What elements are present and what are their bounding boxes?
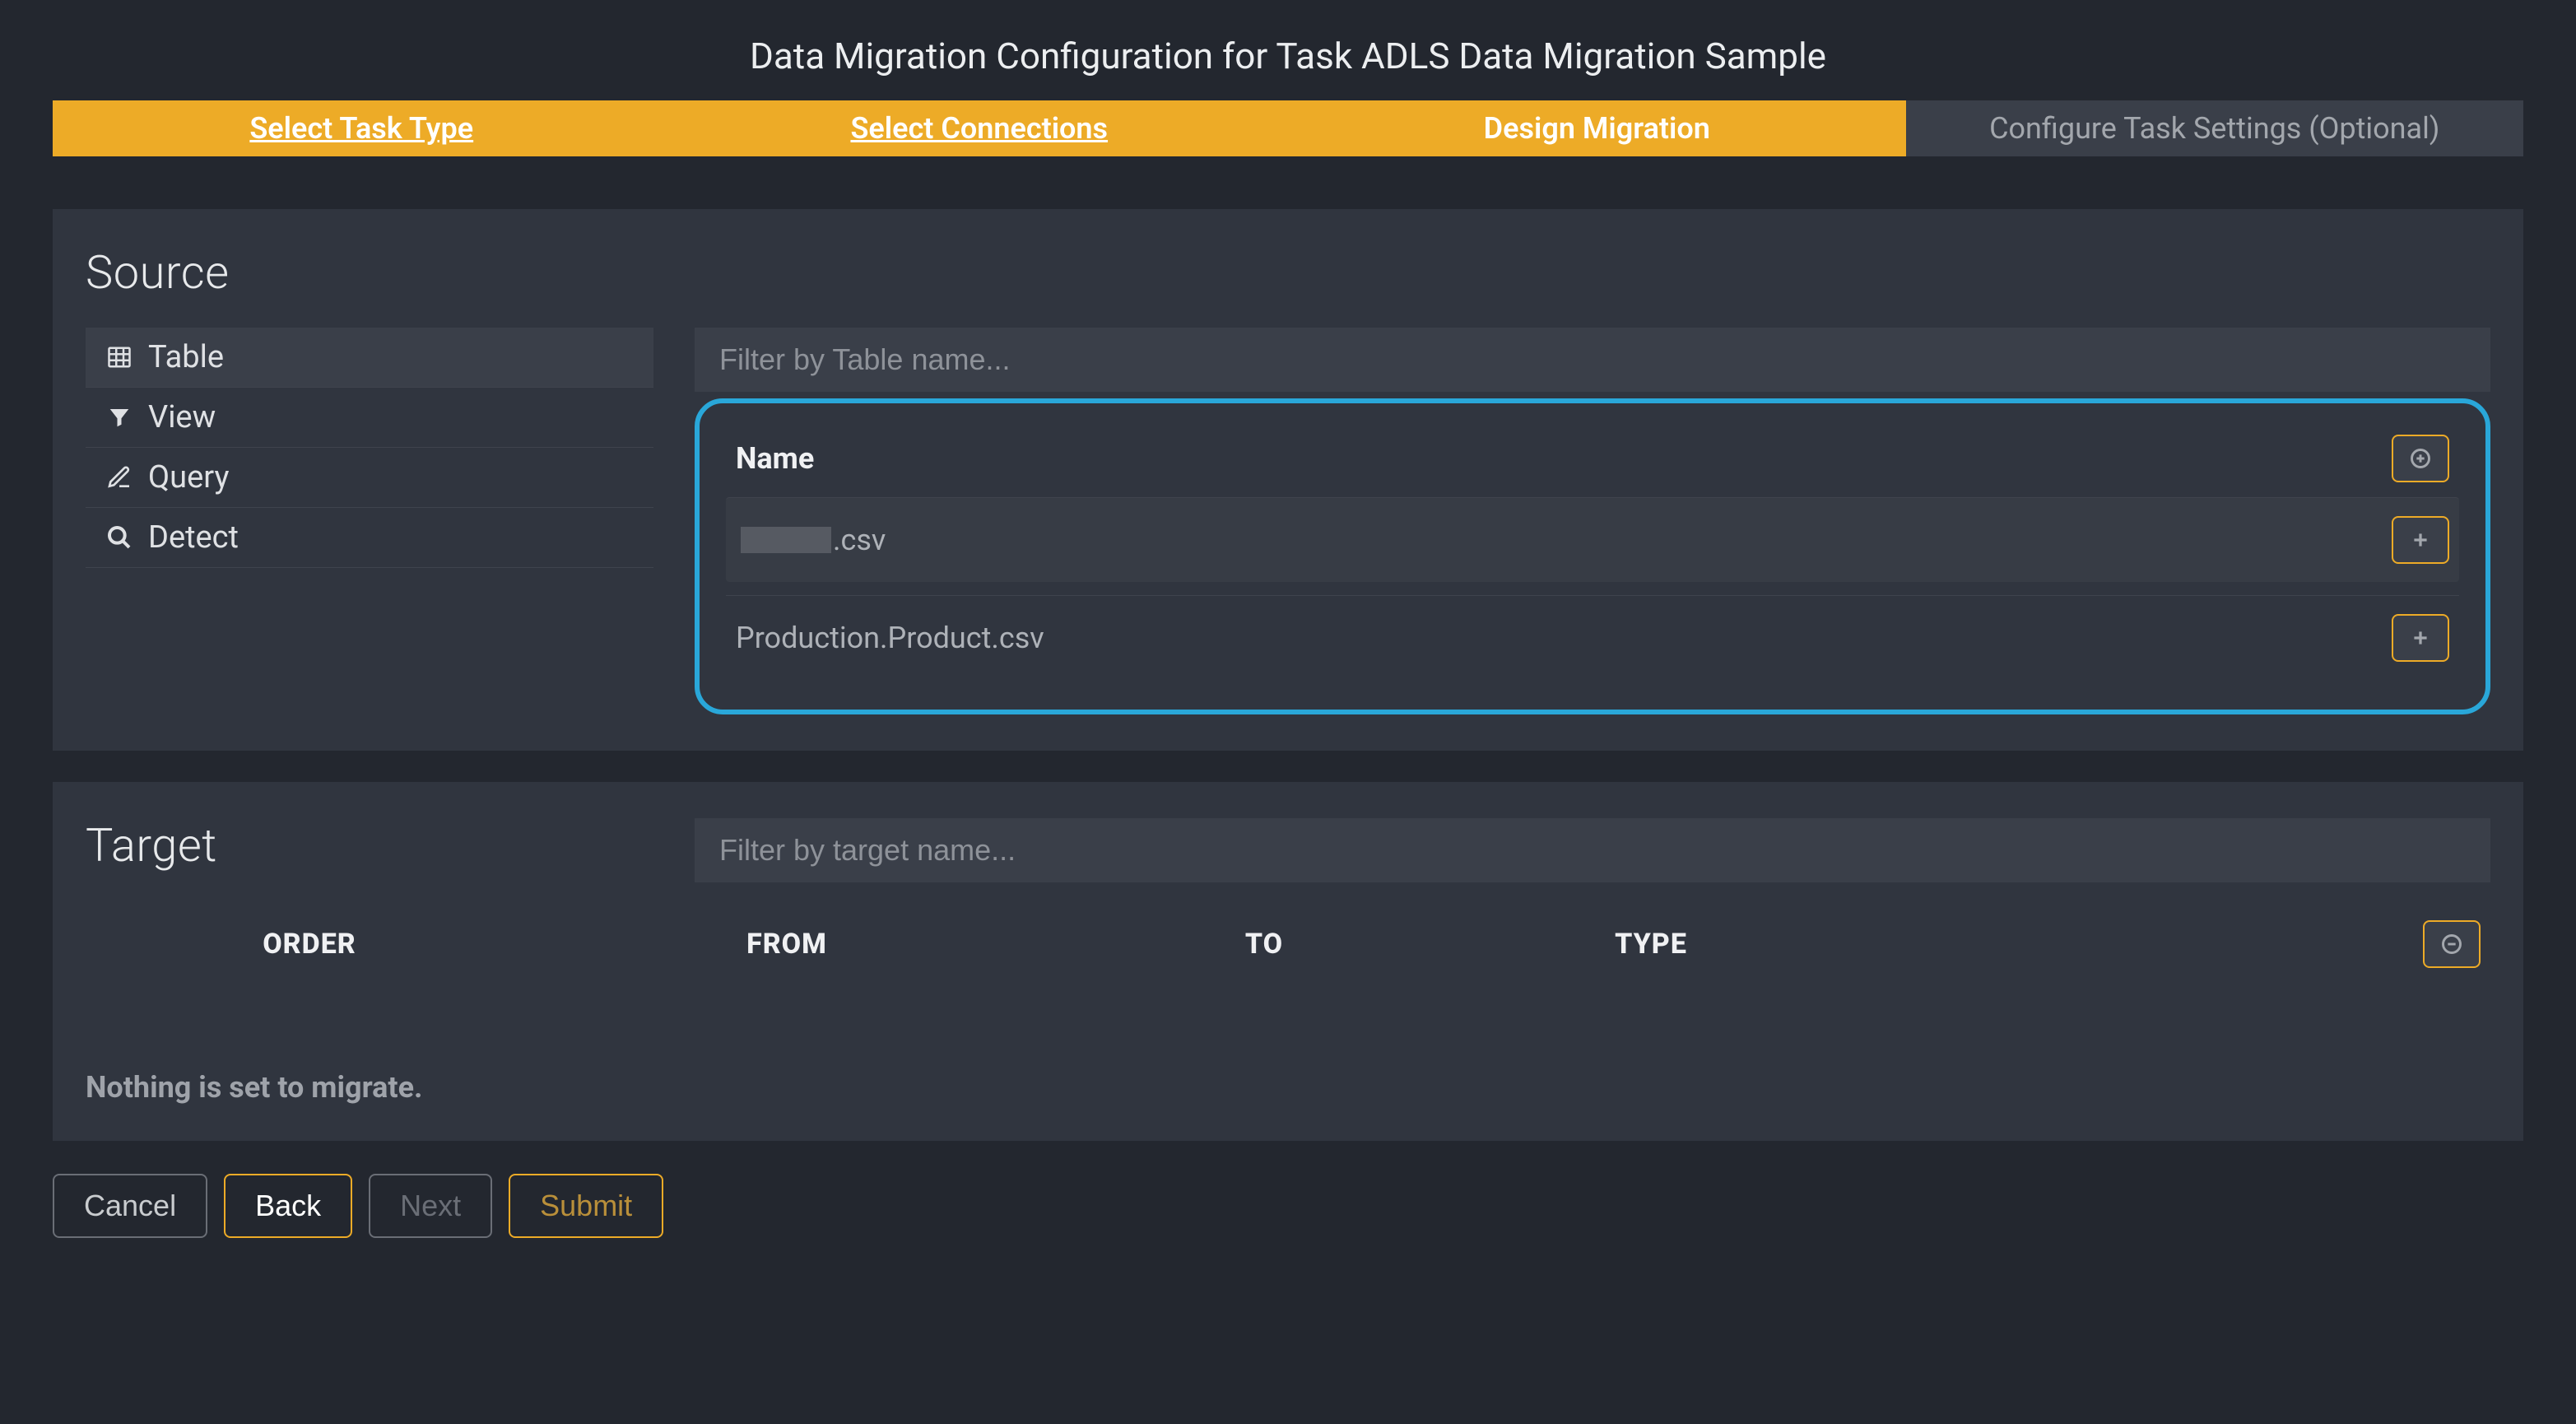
source-tabs: Table View Query: [86, 328, 653, 568]
next-button: Next: [369, 1174, 492, 1238]
file-name: Production.Product.csv: [736, 621, 1044, 655]
table-row: .csv: [726, 497, 2459, 582]
source-tab-table[interactable]: Table: [86, 328, 653, 388]
source-panel: Source Table View: [53, 209, 2523, 751]
edit-icon: [104, 464, 135, 491]
source-filter-input[interactable]: [695, 328, 2490, 392]
source-heading: Source: [86, 245, 2490, 300]
minus-circle-icon: [2440, 933, 2463, 956]
step-select-connections[interactable]: Select Connections: [671, 100, 1289, 156]
source-name-header: Name: [736, 441, 2392, 476]
remove-all-button[interactable]: [2423, 920, 2481, 968]
footer-actions: Cancel Back Next Submit: [53, 1174, 2523, 1238]
cancel-button[interactable]: Cancel: [53, 1174, 207, 1238]
table-row: Production.Product.csv: [726, 595, 2459, 680]
target-heading: Target: [86, 818, 653, 873]
source-tab-label: Query: [148, 459, 229, 496]
step-select-task-type[interactable]: Select Task Type: [53, 100, 671, 156]
table-icon: [104, 345, 135, 370]
col-from: FROM: [523, 928, 1050, 961]
source-tab-query[interactable]: Query: [86, 448, 653, 508]
target-columns-header: ORDER FROM TO TYPE: [86, 900, 2490, 988]
add-all-button[interactable]: [2392, 435, 2449, 482]
submit-button: Submit: [509, 1174, 663, 1238]
page-title: Data Migration Configuration for Task AD…: [53, 35, 2523, 77]
filter-icon: [104, 405, 135, 430]
col-to: TO: [1050, 928, 1478, 961]
col-order: ORDER: [95, 928, 523, 961]
add-row-button[interactable]: [2392, 516, 2449, 564]
search-icon: [104, 524, 135, 551]
target-empty-message: Nothing is set to migrate.: [86, 1070, 2490, 1105]
target-filter-input[interactable]: [695, 818, 2490, 882]
source-tab-label: Detect: [148, 519, 239, 556]
source-tab-label: Table: [148, 339, 224, 375]
source-table-highlight: Name .csv: [695, 398, 2490, 714]
col-type: TYPE: [1478, 928, 1824, 961]
source-tab-detect[interactable]: Detect: [86, 508, 653, 568]
source-tab-label: View: [148, 399, 216, 435]
back-button[interactable]: Back: [224, 1174, 352, 1238]
target-panel: Target ORDER FROM TO TYPE Nothing is set…: [53, 782, 2523, 1141]
redacted-text: [741, 527, 831, 553]
plus-circle-icon: [2409, 447, 2432, 470]
plus-icon: [2410, 529, 2431, 551]
plus-icon: [2410, 627, 2431, 649]
step-configure-settings: Configure Task Settings (Optional): [1906, 100, 2524, 156]
add-row-button[interactable]: [2392, 614, 2449, 662]
source-tab-view[interactable]: View: [86, 388, 653, 448]
wizard-steps: Select Task Type Select Connections Desi…: [53, 100, 2523, 156]
file-name-suffix: .csv: [833, 523, 886, 557]
step-design-migration[interactable]: Design Migration: [1288, 100, 1906, 156]
